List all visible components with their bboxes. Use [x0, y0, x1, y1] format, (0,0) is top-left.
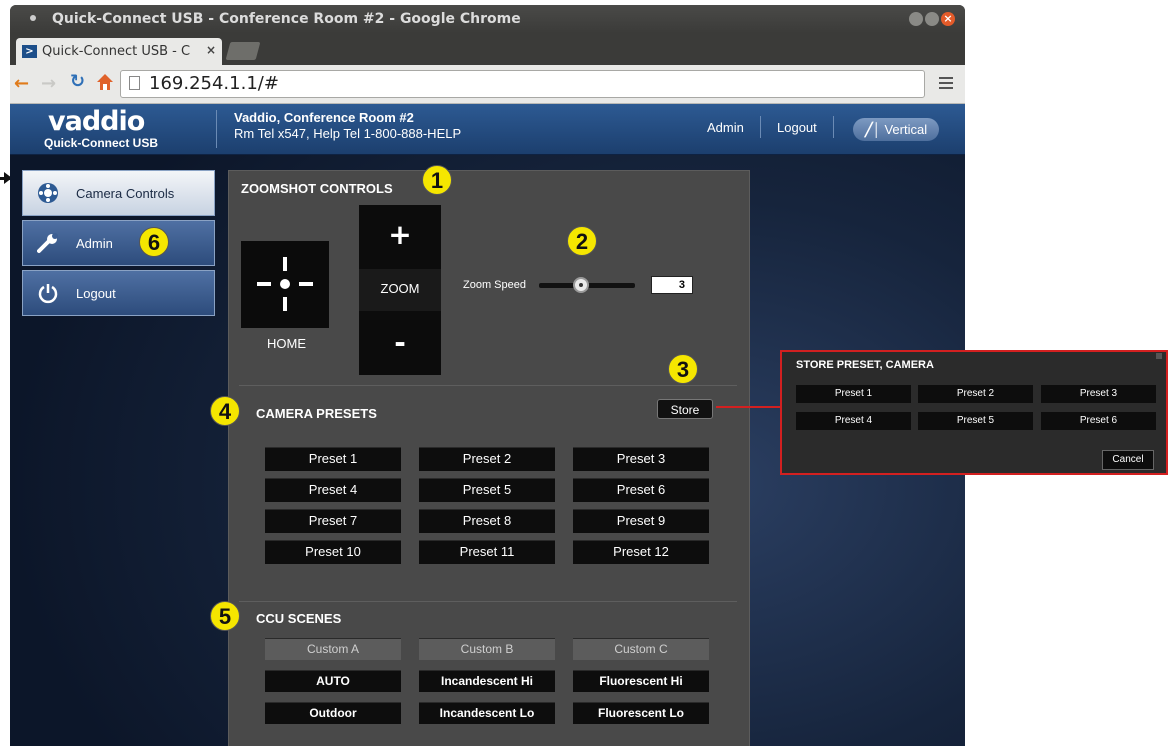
address-bar[interactable]: 169.254.1.1/# — [120, 70, 925, 98]
camera-presets-title: CAMERA PRESETS — [256, 406, 377, 421]
camera-controls-icon — [38, 183, 58, 203]
store-preset-button[interactable]: Preset 2 — [918, 385, 1033, 403]
callout-badge-2: 2 — [567, 226, 597, 256]
cancel-button[interactable]: Cancel — [1102, 450, 1154, 470]
header-admin-link[interactable]: Admin — [707, 120, 744, 135]
tab-title: Quick-Connect USB - C — [42, 44, 191, 59]
forward-icon[interactable]: → — [41, 75, 56, 93]
callout-badge-4: 4 — [210, 396, 240, 426]
zoom-speed-label: Zoom Speed — [463, 279, 526, 291]
window-menu-icon[interactable] — [30, 15, 36, 21]
tab-strip: > Quick-Connect USB - C × — [10, 33, 965, 65]
preset-button[interactable]: Preset 3 — [573, 447, 709, 471]
preset-button[interactable]: Preset 12 — [573, 540, 709, 564]
page-icon — [129, 76, 140, 90]
zoom-speed-slider-handle[interactable] — [573, 277, 589, 293]
new-tab-button[interactable] — [225, 42, 261, 60]
header-logout-link[interactable]: Logout — [777, 120, 817, 135]
browser-toolbar: ← → ↻ 169.254.1.1/# — [10, 65, 965, 104]
store-preset-button[interactable]: Preset 5 — [918, 412, 1033, 430]
product-name: Quick-Connect USB — [44, 136, 159, 150]
window-title: Quick-Connect USB - Conference Room #2 -… — [52, 11, 521, 27]
header-divider — [216, 110, 217, 148]
preset-button[interactable]: Preset 10 — [265, 540, 401, 564]
preset-button[interactable]: Preset 2 — [419, 447, 555, 471]
vertical-icon: ╱│ — [864, 122, 881, 137]
callout-badge-6: 6 — [139, 227, 169, 257]
vertical-button[interactable]: ╱│ Vertical — [853, 118, 939, 141]
close-window-button[interactable]: × — [941, 12, 955, 26]
ccu-scene-button[interactable]: Fluorescent Hi — [573, 670, 709, 692]
zoom-label: ZOOM — [380, 281, 420, 296]
header-separator — [760, 116, 761, 138]
store-preset-button[interactable]: Preset 4 — [796, 412, 911, 430]
camera-controls-panel: ZOOMSHOT CONTROLS HOME + ZOOM - Zoom Spe… — [228, 170, 750, 746]
zoom-control: + ZOOM - — [359, 205, 441, 375]
room-name: Vaddio, Conference Room #2 — [234, 110, 414, 125]
callout-badge-1: 1 — [422, 165, 452, 195]
back-icon[interactable]: ← — [14, 75, 29, 93]
room-phone: Rm Tel x547, Help Tel 1-800-888-HELP — [234, 126, 462, 141]
wrench-icon — [37, 233, 58, 253]
section-divider — [239, 601, 737, 602]
callout-connector-line — [716, 406, 782, 408]
preset-button[interactable]: Preset 11 — [419, 540, 555, 564]
home-label: HOME — [267, 336, 306, 351]
home-button[interactable] — [241, 241, 329, 328]
section-divider — [239, 385, 737, 386]
zoom-speed-value[interactable]: 3 — [651, 276, 693, 294]
browser-tab[interactable]: > Quick-Connect USB - C × — [16, 38, 222, 65]
preset-button[interactable]: Preset 4 — [265, 478, 401, 502]
preset-button[interactable]: Preset 6 — [573, 478, 709, 502]
custom-scene-button[interactable]: Custom C — [573, 638, 709, 660]
store-preset-dialog: STORE PRESET, CAMERA Preset 1 Preset 2 P… — [780, 350, 1168, 475]
ccu-scene-button[interactable]: Outdoor — [265, 702, 401, 724]
chrome-menu-icon[interactable] — [939, 77, 953, 89]
store-preset-button[interactable]: Preset 1 — [796, 385, 911, 403]
crosshair-icon — [257, 257, 313, 311]
custom-scene-button[interactable]: Custom A — [265, 638, 401, 660]
sidebar-item-admin[interactable]: Admin — [22, 220, 215, 266]
dialog-title: STORE PRESET, CAMERA — [796, 359, 934, 371]
custom-scene-button[interactable]: Custom B — [419, 638, 555, 660]
tab-close-button[interactable]: × — [206, 43, 216, 57]
ccu-scene-button[interactable]: Incandescent Lo — [419, 702, 555, 724]
store-preset-button[interactable]: Store — [657, 399, 713, 419]
reload-icon[interactable]: ↻ — [70, 73, 85, 91]
ccu-scenes-title: CCU SCENES — [256, 611, 342, 626]
header-separator — [833, 116, 834, 138]
home-icon[interactable] — [96, 73, 114, 91]
ccu-scene-button[interactable]: Incandescent Hi — [419, 670, 555, 692]
sidebar-item-label: Camera Controls — [76, 186, 175, 201]
preset-button[interactable]: Preset 5 — [419, 478, 555, 502]
callout-badge-5: 5 — [210, 601, 240, 631]
ccu-scene-button[interactable]: Fluorescent Lo — [573, 702, 709, 724]
store-preset-button[interactable]: Preset 6 — [1041, 412, 1156, 430]
sidebar-item-label: Logout — [76, 286, 116, 301]
sidebar-item-camera-controls[interactable]: Camera Controls — [22, 170, 215, 216]
ccu-scene-button[interactable]: AUTO — [265, 670, 401, 692]
preset-button[interactable]: Preset 8 — [419, 509, 555, 533]
store-preset-button[interactable]: Preset 3 — [1041, 385, 1156, 403]
preset-button[interactable]: Preset 9 — [573, 509, 709, 533]
maximize-button[interactable] — [925, 12, 939, 26]
app-header: vaddio Quick-Connect USB Vaddio, Confere… — [10, 104, 965, 155]
sidebar-item-logout[interactable]: Logout — [22, 270, 215, 316]
favicon-icon: > — [22, 45, 37, 58]
dialog-close-icon[interactable] — [1156, 353, 1162, 359]
minimize-button[interactable] — [909, 12, 923, 26]
power-icon — [38, 284, 58, 304]
zoom-in-button[interactable]: + — [359, 205, 441, 269]
vertical-label: Vertical — [884, 122, 928, 137]
preset-button[interactable]: Preset 1 — [265, 447, 401, 471]
url-text: 169.254.1.1/# — [149, 73, 279, 94]
zoom-out-button[interactable]: - — [359, 311, 441, 375]
callout-badge-3: 3 — [668, 354, 698, 384]
title-bar: Quick-Connect USB - Conference Room #2 -… — [10, 5, 965, 33]
zoomshot-title: ZOOMSHOT CONTROLS — [241, 181, 393, 196]
preset-button[interactable]: Preset 7 — [265, 509, 401, 533]
vaddio-logo: vaddio — [48, 106, 145, 137]
sidebar-item-label: Admin — [76, 236, 113, 251]
